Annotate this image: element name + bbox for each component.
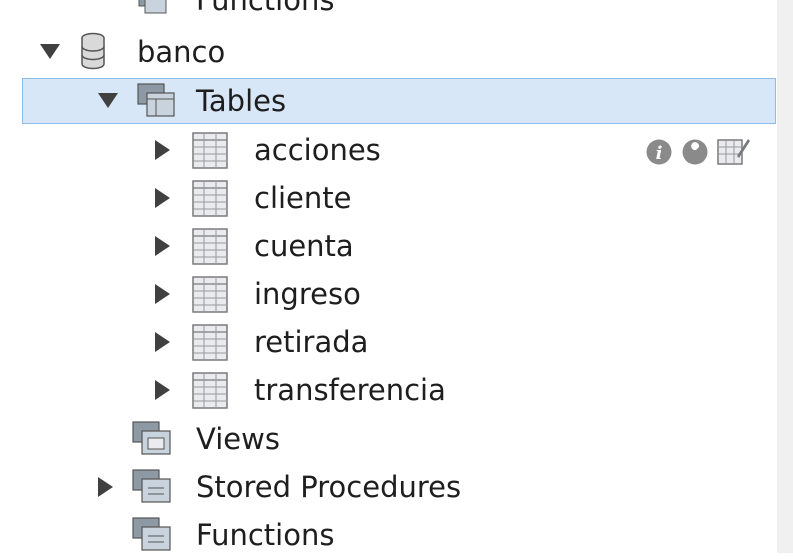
tree-item-label: cuenta [254, 229, 354, 263]
tree-item-stored-procedures-group[interactable]: Stored Procedures [0, 464, 777, 512]
table-edit-icon[interactable] [717, 136, 751, 166]
row-action-icons: i [637, 136, 757, 166]
expand-arrow-icon[interactable] [155, 332, 170, 352]
folder-group-icon [138, 0, 167, 14]
tree-item-schema-banco[interactable]: banco [0, 28, 777, 76]
tree-item-table-retirada[interactable]: retirada [0, 320, 777, 368]
tree-item-views-group[interactable]: Views [0, 416, 777, 464]
collapse-arrow-icon[interactable] [40, 44, 60, 59]
table-icon [192, 180, 228, 217]
expand-arrow-icon[interactable] [155, 284, 170, 304]
folder-group-icon [132, 469, 171, 503]
tree-item-label: Views [196, 422, 280, 456]
collapse-arrow-icon[interactable] [98, 93, 118, 108]
tree-item-label: banco [137, 35, 226, 69]
expand-arrow-icon[interactable] [155, 140, 170, 160]
tree-item-functions-partial[interactable]: Functions [0, 0, 777, 20]
wrench-icon[interactable] [681, 138, 711, 166]
tree-item-label: cliente [254, 181, 352, 215]
folder-group-icon [137, 83, 175, 117]
tree-item-table-cliente[interactable]: cliente [0, 176, 777, 224]
tree-item-label: retirada [254, 325, 369, 359]
table-icon [192, 228, 228, 265]
tree-item-label: acciones [254, 133, 381, 167]
expand-arrow-icon[interactable] [155, 236, 170, 256]
schema-navigator-tree: Functions banco Tables acciones i client… [0, 0, 777, 553]
expand-arrow-icon[interactable] [155, 380, 170, 400]
expand-arrow-icon[interactable] [155, 188, 170, 208]
tree-item-table-ingreso[interactable]: ingreso [0, 272, 777, 320]
tree-item-table-cuenta[interactable]: cuenta [0, 224, 777, 272]
database-icon [81, 32, 105, 70]
tree-item-label: transferencia [254, 373, 446, 407]
expand-arrow-icon[interactable] [98, 477, 113, 497]
table-icon [192, 276, 228, 313]
tree-item-label: Tables [196, 84, 287, 118]
info-icon[interactable]: i [645, 138, 675, 166]
folder-group-icon [132, 421, 171, 455]
folder-group-icon [132, 517, 171, 551]
tree-item-tables-group[interactable]: Tables [22, 78, 776, 124]
tree-item-label: Stored Procedures [196, 470, 462, 504]
tree-item-label: Functions [196, 518, 335, 552]
scrollbar-track[interactable] [777, 0, 793, 553]
tree-item-table-acciones[interactable]: acciones i [0, 128, 777, 176]
table-icon [192, 132, 228, 169]
table-icon [192, 324, 228, 361]
tree-item-table-transferencia[interactable]: transferencia [0, 368, 777, 416]
tree-item-label: ingreso [254, 277, 361, 311]
tree-item-label: Functions [196, 0, 335, 17]
table-icon [192, 372, 228, 409]
svg-text:i: i [656, 143, 663, 164]
